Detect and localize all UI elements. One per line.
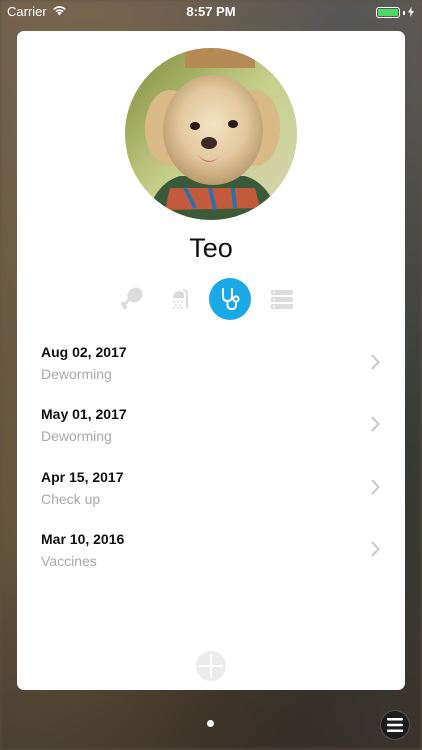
battery-indicator (376, 5, 414, 20)
pet-name: Teo (189, 233, 233, 263)
record-date: Aug 02, 2017 (41, 344, 127, 360)
tab-food[interactable] (111, 278, 153, 320)
plus-icon (199, 654, 223, 678)
chevron-right-icon (371, 416, 380, 432)
status-time: 8:57 PM (186, 4, 236, 19)
list-item[interactable]: Apr 15, 2017 Check up (17, 459, 405, 521)
record-date: Apr 15, 2017 (41, 469, 124, 485)
tab-grooming[interactable] (158, 278, 200, 320)
menu-button[interactable] (380, 710, 410, 740)
add-record-button[interactable] (196, 651, 226, 681)
record-type: Deworming (41, 428, 112, 444)
list-icon (271, 290, 293, 309)
list-item[interactable]: May 01, 2017 Deworming (17, 396, 405, 458)
status-bar: Carrier 8:57 PM (0, 0, 422, 22)
pet-avatar[interactable] (125, 48, 297, 220)
battery-icon (376, 7, 400, 18)
shower-icon (173, 289, 188, 309)
record-type: Vaccines (41, 553, 97, 569)
page-indicator-dot (207, 720, 214, 727)
record-date: May 01, 2017 (41, 406, 127, 422)
record-type: Check up (41, 491, 101, 507)
chevron-right-icon (371, 354, 380, 370)
tab-records[interactable] (261, 278, 303, 320)
record-type: Deworming (41, 366, 112, 382)
charging-icon (408, 5, 414, 20)
list-item[interactable]: Mar 10, 2016 Vaccines (17, 521, 405, 583)
list-item[interactable]: Aug 02, 2017 Deworming (17, 334, 405, 396)
hamburger-menu-icon (387, 718, 403, 732)
tab-health[interactable] (209, 278, 251, 320)
drumstick-icon (120, 287, 143, 310)
dog-photo-icon (125, 48, 297, 220)
chevron-right-icon (371, 541, 380, 557)
chevron-right-icon (371, 479, 380, 495)
category-tabs (17, 278, 405, 320)
pet-card: Teo Aug 02, 2017 Deworming May 01, 2017 … (17, 31, 405, 690)
record-date: Mar 10, 2016 (41, 531, 125, 547)
stethoscope-icon (222, 288, 240, 311)
